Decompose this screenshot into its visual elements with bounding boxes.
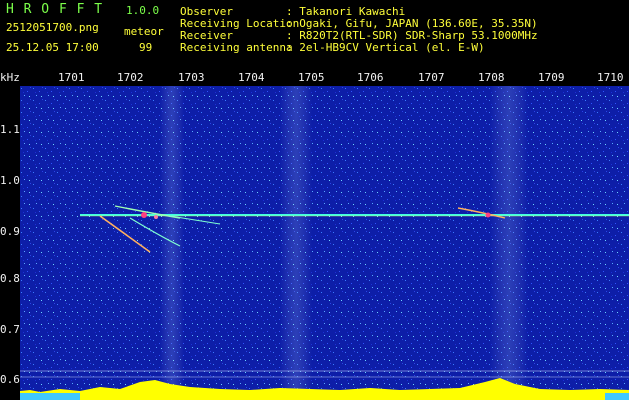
noise-background <box>20 86 629 400</box>
noise-band <box>490 86 528 400</box>
signal-level-segment <box>20 393 80 400</box>
y-unit-label: kHz <box>0 71 20 84</box>
meteor-head <box>154 215 158 219</box>
x-tick-1704: 1704 <box>238 71 265 84</box>
y-tick-0-8: 0.8 <box>0 272 20 285</box>
meteor-count: 99 <box>139 41 153 54</box>
y-tick-1-0: 1.0 <box>0 174 20 187</box>
spectrogram-plot <box>20 86 629 400</box>
x-tick-1701: 1701 <box>58 71 85 84</box>
info-label-antenna: Receiving antenna <box>180 41 293 54</box>
x-tick-1705: 1705 <box>298 71 325 84</box>
time-axis: kHz 1701 1702 1703 1704 1705 1706 1707 1… <box>0 72 629 86</box>
y-tick-0-6: 0.6 <box>0 373 20 386</box>
noise-band <box>160 86 184 400</box>
meteor-head <box>141 212 147 218</box>
noise-band <box>280 86 312 400</box>
y-tick-1-1: 1.1 <box>0 123 20 136</box>
file-name: 2512051700.png <box>6 21 99 34</box>
y-tick-0-9: 0.9 <box>0 225 20 238</box>
x-tick-1708: 1708 <box>478 71 505 84</box>
x-tick-1707: 1707 <box>418 71 445 84</box>
x-tick-1710: 1710 <box>597 71 624 84</box>
app-name: H R O F F T <box>6 2 104 17</box>
y-tick-0-7: 0.7 <box>0 323 20 336</box>
x-tick-1709: 1709 <box>538 71 565 84</box>
app-version: 1.0.0 <box>126 4 160 17</box>
signal-level-segment <box>605 393 629 400</box>
x-tick-1702: 1702 <box>117 71 144 84</box>
x-tick-1706: 1706 <box>357 71 384 84</box>
date-time: 25.12.05 17:00 <box>6 41 99 54</box>
spectrogram-canvas <box>20 86 629 400</box>
x-tick-1703: 1703 <box>178 71 205 84</box>
header-panel: H R O F F T 1.0.0 2512051700.png meteor … <box>0 0 629 72</box>
meteor-head <box>485 212 491 218</box>
info-value-antenna: : 2el-HB9CV Vertical (el. E-W) <box>286 41 485 54</box>
meteor-label: meteor <box>124 25 164 38</box>
